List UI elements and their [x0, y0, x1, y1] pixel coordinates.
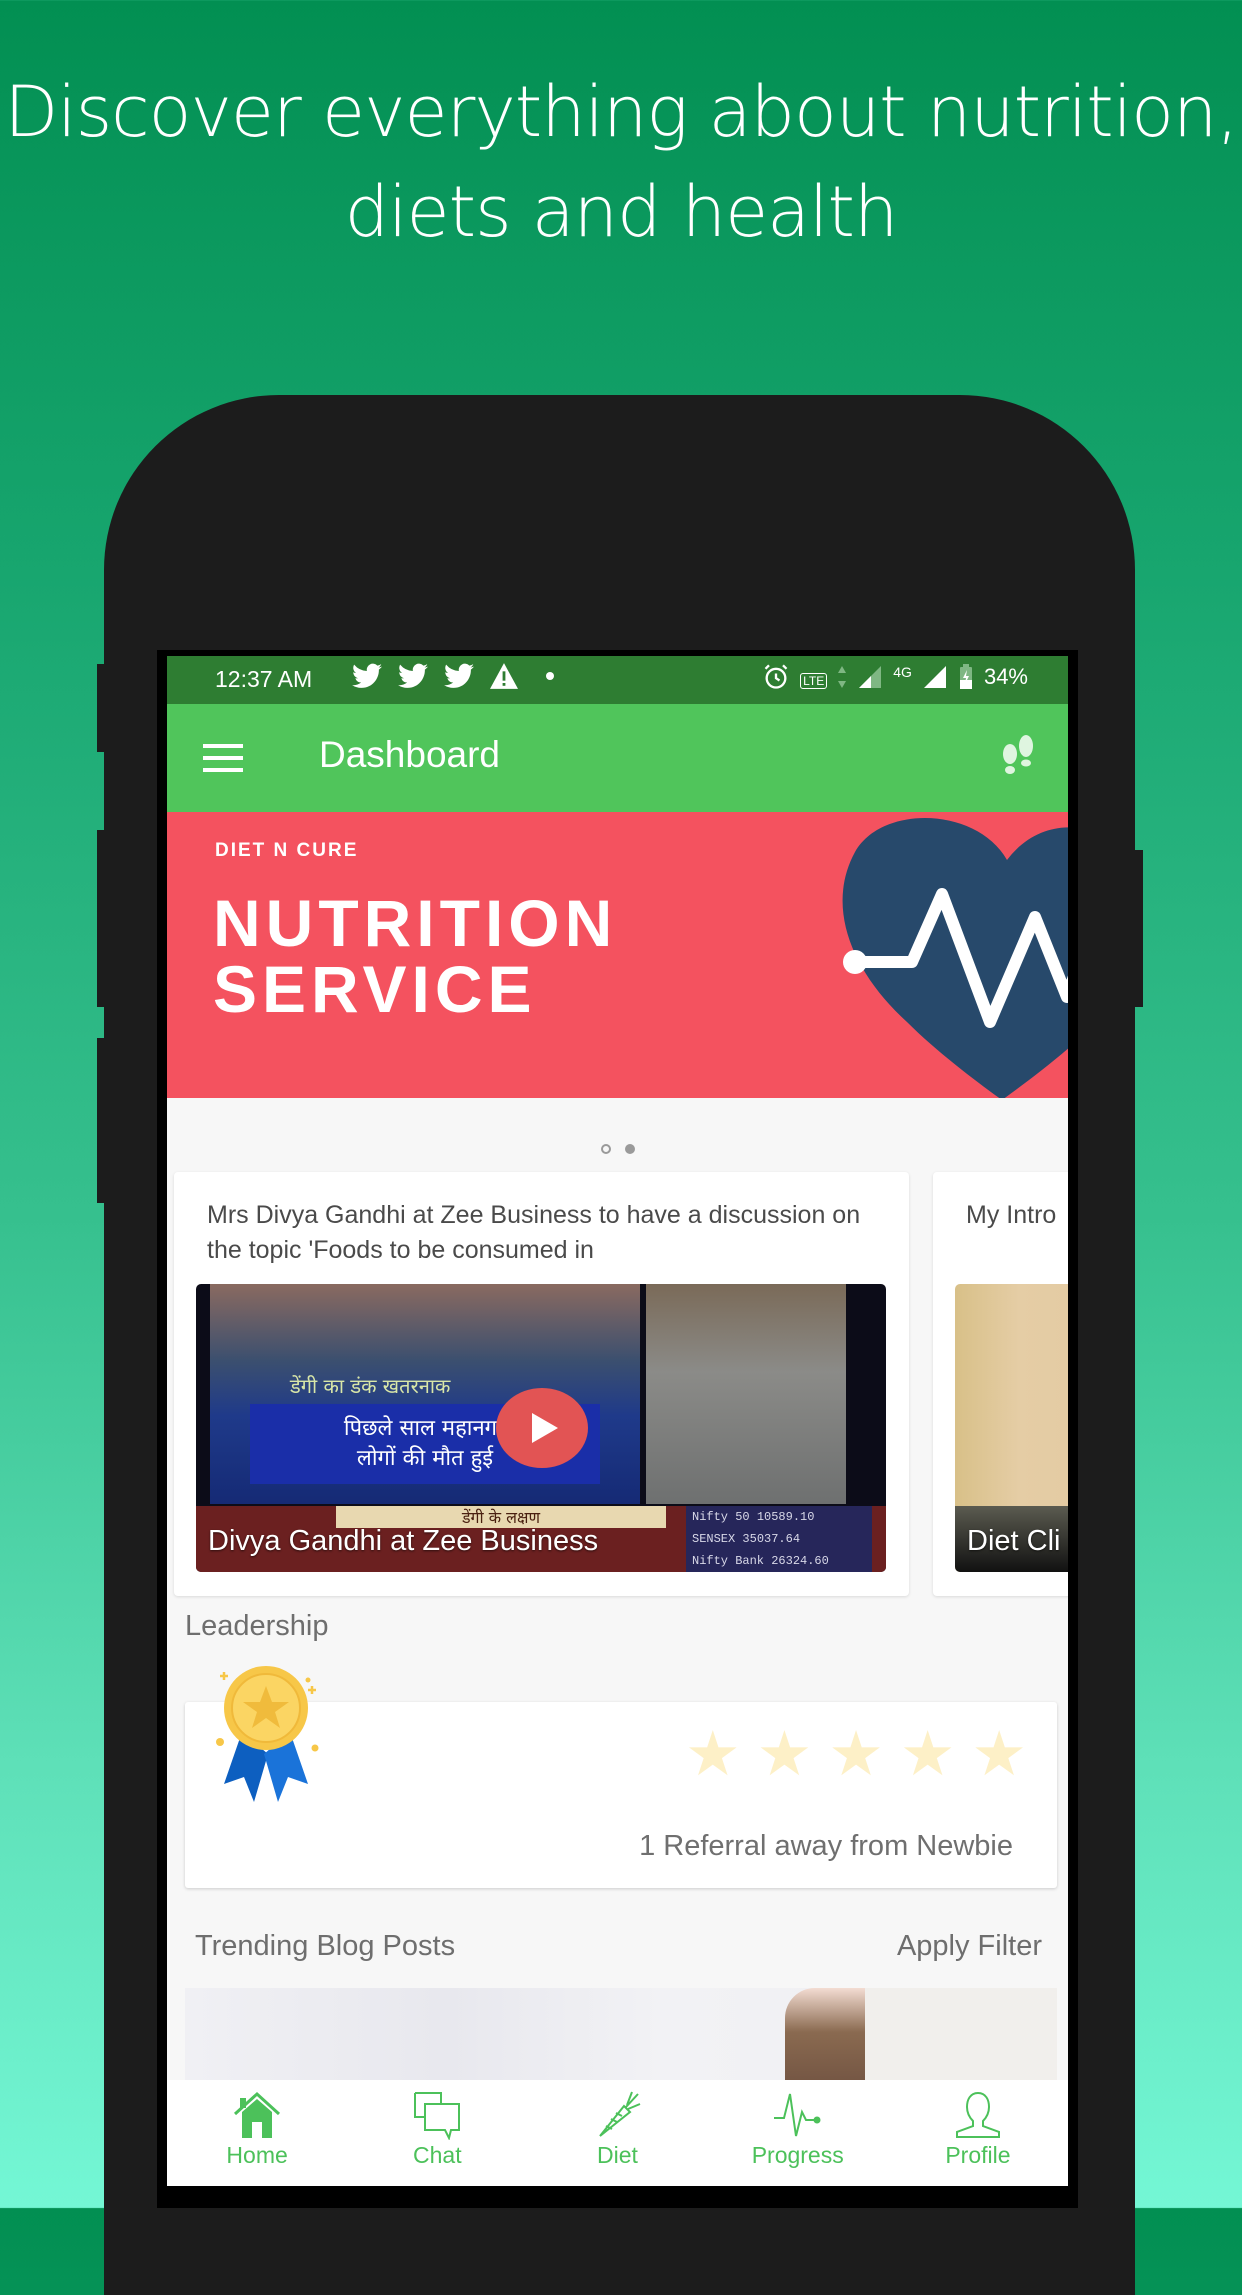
banner-title: NUTRITION SERVICE	[213, 890, 617, 1022]
video-title: Mrs Divya Gandhi at Zee Business to have…	[207, 1201, 861, 1264]
page-title: Dashboard	[319, 734, 501, 775]
referral-status: 1 Referral away from Newbie	[639, 1830, 1013, 1862]
video-card[interactable]: My Intro Diet Cli	[933, 1172, 1068, 1596]
star-icon: ★	[828, 1720, 884, 1789]
promo-headline-line1: Discover everything about nutrition,	[4, 71, 1238, 153]
bottom-navigation: Home Chat Diet Progress Profile	[167, 2080, 1068, 2186]
video-card[interactable]: Mrs Divya Gandhi at Zee Business to have…	[174, 1172, 909, 1596]
phone-power-button	[1134, 850, 1143, 1007]
thumbnail-tv-panel: डेंगी का डंक खतरनाक पिछले साल महानगर लोग…	[210, 1284, 640, 1504]
nav-home[interactable]: Home	[167, 2080, 347, 2186]
status-bar: 12:37 AM LTE 4G 34%	[167, 656, 1068, 704]
banner-pager	[167, 1144, 1068, 1154]
twitter-icon	[398, 663, 428, 688]
thumbnail-guest-panel	[646, 1284, 846, 1504]
phone-side-button	[97, 830, 105, 1007]
nav-diet[interactable]: Diet	[527, 2080, 707, 2186]
chat-icon	[414, 2092, 461, 2140]
nav-home-label: Home	[226, 2142, 288, 2168]
thumbnail-ticker: Nifty 50 10589.10 SENSEX 35037.64 Nifty …	[686, 1506, 872, 1572]
video-caption: Diet Cli	[967, 1525, 1061, 1557]
nav-profile-label: Profile	[945, 2142, 1011, 2168]
warning-icon	[490, 663, 518, 689]
play-button[interactable]	[496, 1388, 588, 1468]
medal-icon	[216, 1666, 319, 1802]
alarm-icon	[764, 664, 788, 689]
data-arrows-icon	[838, 666, 847, 688]
promo-headline: Discover everything about nutrition, die…	[0, 62, 1242, 262]
apply-filter-button[interactable]: Apply Filter	[897, 1930, 1042, 1963]
thumbnail-hindi-headline: डेंगी का डंक खतरनाक	[290, 1374, 451, 1398]
home-icon	[234, 2091, 281, 2138]
video-thumbnail[interactable]: Diet Cli	[955, 1284, 1068, 1572]
twitter-icon	[352, 663, 382, 688]
4g-signal-icon	[923, 666, 946, 688]
video-caption: Divya Gandhi at Zee Business	[208, 1525, 599, 1557]
banner-title-line1: NUTRITION	[213, 886, 618, 960]
star-icon: ★	[971, 1720, 1027, 1789]
battery-charging-icon	[959, 664, 972, 689]
pager-dot[interactable]	[600, 1144, 611, 1154]
nav-diet-label: Diet	[597, 2142, 638, 2168]
network-4g-label: 4G	[893, 664, 912, 680]
pager-dot-active[interactable]	[624, 1144, 635, 1154]
status-time: 12:37 AM	[215, 666, 313, 692]
phone-side-button	[97, 664, 105, 752]
promo-banner[interactable]: DIET N CURE NUTRITION SERVICE	[167, 812, 1068, 1098]
trending-blog-title: Trending Blog Posts	[195, 1930, 456, 1962]
user-icon	[955, 2091, 1000, 2138]
star-icon: ★	[685, 1720, 741, 1789]
promo-headline-line2: diets and health	[344, 171, 899, 253]
nav-chat[interactable]: Chat	[347, 2080, 527, 2186]
heart-pulse-icon	[842, 818, 1068, 1098]
video-thumbnail[interactable]: डेंगी का डंक खतरनाक पिछले साल महानगर लोग…	[196, 1284, 886, 1572]
volte-icon: LTE	[800, 673, 828, 689]
nav-progress[interactable]: Progress	[708, 2080, 888, 2186]
video-title: My Intro	[966, 1201, 1057, 1229]
signal-x-icon	[859, 666, 882, 688]
banner-brand: DIET N CURE	[215, 840, 359, 861]
star-icon: ★	[899, 1720, 956, 1789]
more-notifications-dot-icon	[546, 672, 554, 680]
app-bar: Dashboard	[167, 704, 1068, 812]
carrot-icon	[598, 2091, 640, 2137]
nav-progress-label: Progress	[751, 2142, 844, 2168]
twitter-icon	[444, 663, 474, 688]
pulse-icon	[773, 2093, 821, 2137]
leadership-label: Leadership	[185, 1610, 329, 1642]
star-icon: ★	[756, 1720, 813, 1789]
footsteps-icon[interactable]	[998, 734, 1038, 778]
nav-chat-label: Chat	[413, 2142, 462, 2168]
phone-side-button	[97, 1038, 105, 1203]
nav-profile[interactable]: Profile	[888, 2080, 1068, 2186]
banner-title-line2: SERVICE	[213, 952, 537, 1026]
battery-percent: 34%	[983, 664, 1028, 689]
phone-screen: 12:37 AM LTE 4G 34% Dashboard DIET N CUR…	[167, 656, 1068, 2186]
rating-stars: ★ ★ ★ ★ ★	[685, 1724, 1027, 1786]
hamburger-menu-icon[interactable]	[203, 744, 243, 772]
